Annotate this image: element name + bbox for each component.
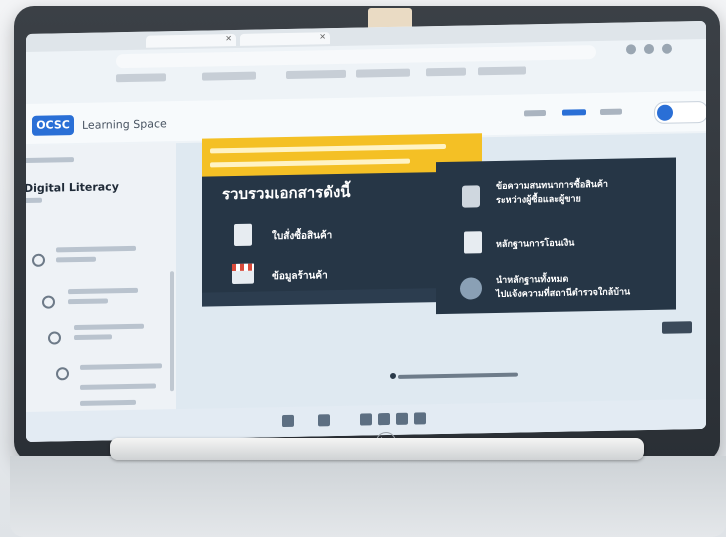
bookmarks-bar [106,64,666,87]
bookmark[interactable] [426,67,466,77]
chat-icon [462,185,480,208]
module-icon [42,295,55,309]
close-icon[interactable]: ✕ [319,32,326,41]
profile-icon[interactable] [662,43,672,54]
document-icon [234,223,252,247]
extension-icon[interactable] [626,44,636,55]
item-chat-log: ข้อความสนทนาการซื้อสินค้า ระหว่างผู้ซื้อ… [496,179,608,206]
sidebar-breadcrumb[interactable] [26,157,74,164]
taskbar-app-icon[interactable] [414,412,426,425]
bookmark[interactable] [356,68,410,78]
item-report-police: นำหลักฐานทั้งหมด ไปแจ้งความที่สถานีตำรวจ… [496,274,631,300]
module-icon [32,253,45,267]
sidebar-scrollbar[interactable] [170,271,174,392]
avatar [657,104,673,121]
nav-link[interactable] [524,110,546,117]
extension-icon[interactable] [644,43,654,55]
taskbar-app-icon[interactable] [318,414,330,427]
module-icon [56,367,69,381]
course-progress [26,197,42,204]
banner-text-line [210,158,410,168]
laptop-screen: ✕ ✕ OCSC Learning Space Digital Literacy… [26,20,706,443]
site-logo[interactable]: OCSC [32,115,74,136]
slide-heading: รวบรวมเอกสารดังนี้ [222,182,351,204]
store-icon [232,263,254,285]
item-purchase-order: ใบสั่งซื้อสินค้า [272,230,333,243]
module-item[interactable] [56,245,136,253]
module-icon [48,331,61,345]
module-item[interactable] [74,323,144,331]
document-icon [464,231,482,254]
bookmark[interactable] [478,66,526,76]
module-item[interactable] [80,363,162,370]
laptop-base [10,456,726,537]
module-item[interactable] [74,334,112,341]
browser-tab[interactable]: ✕ [240,32,330,46]
start-icon[interactable] [282,414,294,428]
taskbar-app-icon[interactable] [360,413,372,426]
site-name: Learning Space [82,117,167,132]
laptop-hinge [110,438,644,460]
user-menu[interactable] [654,100,706,124]
taskbar-app-icon[interactable] [396,412,408,425]
course-title: Digital Literacy [26,180,119,196]
close-icon[interactable]: ✕ [225,34,232,43]
module-item[interactable] [80,383,156,390]
module-item[interactable] [56,256,96,263]
bookmark[interactable] [116,73,166,83]
module-item[interactable] [80,399,136,406]
bookmark[interactable] [202,71,256,81]
nav-link[interactable] [600,108,622,115]
item-transfer-proof: หลักฐานการโอนเงิน [496,238,575,250]
awning-icon [232,263,254,272]
item-store-info: ข้อมูลร้านค้า [272,270,328,283]
browser-tab[interactable]: ✕ [146,33,236,48]
slide-next-button[interactable] [662,321,692,334]
banner-text-line [210,143,446,154]
taskbar-app-icon[interactable] [378,413,390,426]
bookmark[interactable] [286,69,346,80]
nav-link-active[interactable] [562,109,586,116]
module-item[interactable] [68,298,108,305]
module-item[interactable] [68,287,138,295]
